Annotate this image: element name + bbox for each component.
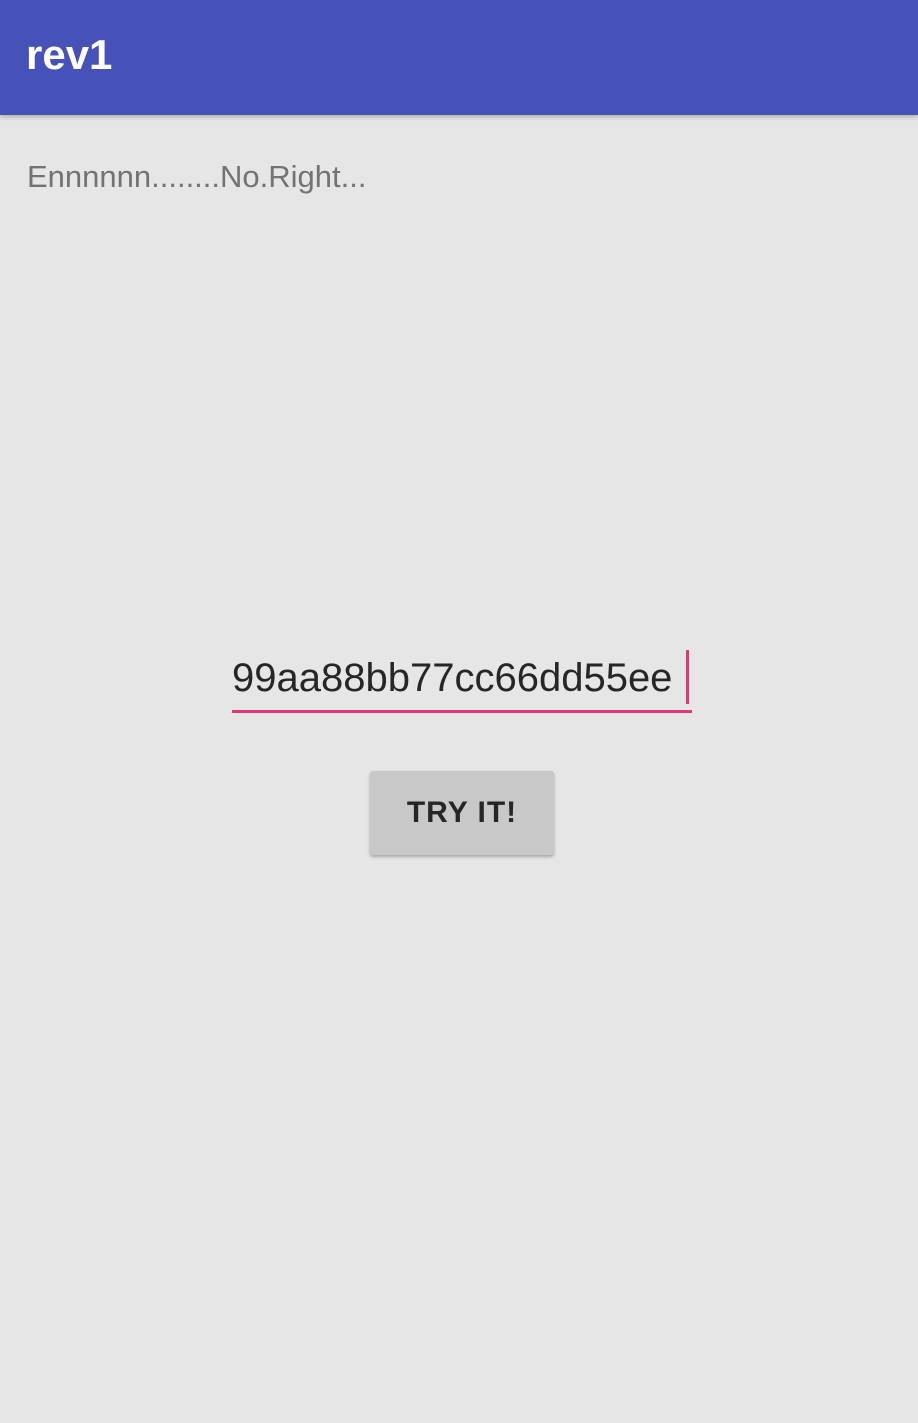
app-title: rev1 [26,31,113,78]
text-cursor [686,650,689,704]
app-bar: rev1 [0,0,918,115]
flag-input-container[interactable] [232,648,692,714]
status-text: Ennnnnn........No.Right... [27,159,367,194]
flag-input[interactable] [232,648,692,708]
try-it-button[interactable]: TRY IT! [370,771,554,855]
input-underline [232,710,692,713]
